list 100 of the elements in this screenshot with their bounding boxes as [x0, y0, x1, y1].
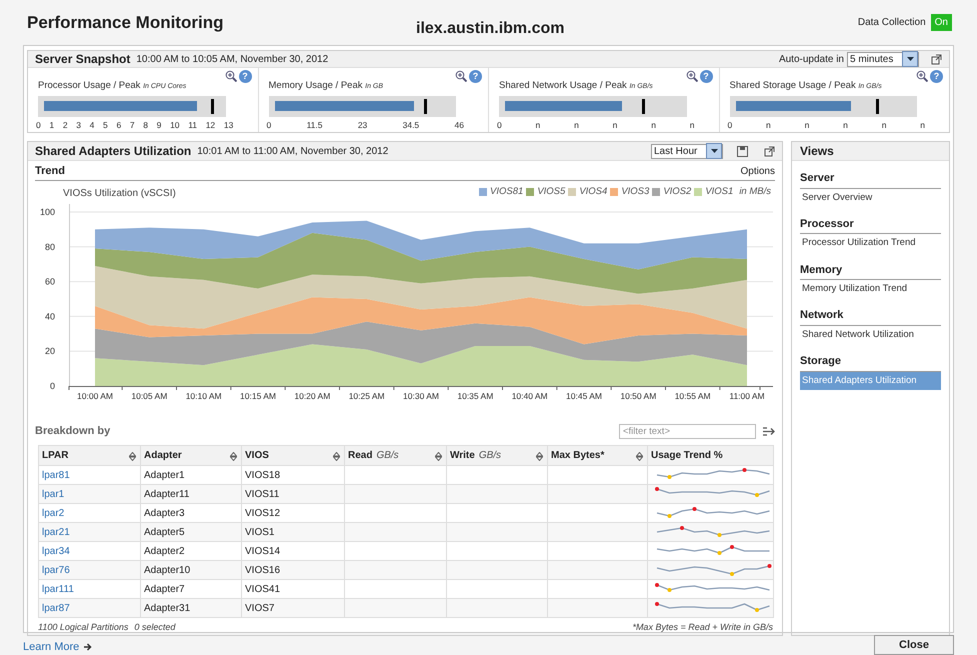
axis-label: 80: [44, 242, 55, 252]
dropdown-button[interactable]: [902, 51, 918, 67]
tick-label: n: [690, 119, 694, 132]
axis-label: 10:00 AM: [77, 391, 113, 401]
sort-icon[interactable]: [230, 452, 237, 461]
unit-label: GB/s: [376, 450, 399, 461]
tick-label: 9: [156, 119, 162, 132]
tick-label: 3: [76, 119, 81, 132]
view-link[interactable]: Shared Network Utilization: [800, 326, 941, 344]
axis-label: 10:05 AM: [131, 391, 168, 401]
column-header[interactable]: Write GB/s: [446, 446, 548, 466]
sort-icon[interactable]: [636, 452, 643, 461]
unit-label: in MB/s: [739, 185, 771, 199]
tick-label: 12: [206, 119, 216, 132]
close-button[interactable]: Close: [874, 635, 954, 655]
axis-label: 10:50 AM: [620, 391, 656, 401]
view-link[interactable]: Processor Utilization Trend: [800, 234, 941, 252]
options-link[interactable]: Options: [740, 164, 775, 179]
lpar-link[interactable]: lpar76: [42, 564, 70, 576]
axis-label: 11:00 AM: [729, 391, 765, 401]
tick-label: 0: [497, 119, 502, 132]
lpar-link[interactable]: lpar1: [42, 488, 64, 500]
tick-label: 13: [224, 119, 234, 132]
zoom-icon[interactable]: [916, 70, 928, 82]
panel-title: Shared Adapters Utilization: [35, 143, 192, 160]
table-cell: VIOS18: [245, 470, 280, 480]
axis-label: 10:45 AM: [566, 391, 602, 401]
table-cell: Adapter3: [144, 508, 185, 518]
column-header[interactable]: Max Bytes*: [548, 446, 648, 466]
table-cell: VIOS16: [245, 564, 280, 576]
tick-label: 1: [49, 119, 54, 132]
caret-icon: [710, 149, 718, 153]
column-header[interactable]: LPAR: [38, 446, 140, 466]
axis-label: 40: [44, 311, 55, 322]
table-cell: VIOS12: [245, 508, 280, 518]
period-dropdown[interactable]: Last Hour: [651, 144, 723, 158]
tick-label: 11: [188, 119, 198, 132]
view-link[interactable]: Memory Utilization Trend: [800, 280, 941, 298]
legend-label: VIOS3: [621, 185, 650, 199]
axis-label: 10:15 AM: [240, 391, 276, 401]
sort-icon[interactable]: [333, 452, 340, 461]
tick-label: n: [766, 119, 771, 132]
footnote: *Max Bytes = Read + Write in GB/s: [632, 621, 773, 634]
filter-arrow-icon[interactable]: [762, 426, 775, 436]
sort-icon[interactable]: [129, 452, 136, 461]
zoom-icon[interactable]: [224, 70, 236, 82]
tick-label: 0: [36, 119, 41, 132]
tick-label: n: [843, 119, 848, 132]
zoom-icon[interactable]: [686, 70, 698, 82]
lpar-link[interactable]: lpar34: [42, 546, 70, 556]
axis-label: 10:35 AM: [457, 391, 494, 401]
tick-label: n: [920, 119, 925, 132]
axis-label: 100: [40, 207, 55, 217]
sort-icon[interactable]: [435, 452, 442, 461]
filter-field[interactable]: <filter text>: [619, 424, 756, 438]
tick-label: 4: [90, 119, 94, 132]
column-header[interactable]: Usage Trend %: [648, 446, 774, 466]
lpar-link[interactable]: lpar21: [42, 526, 70, 538]
zoom-icon[interactable]: [455, 70, 467, 82]
table-cell: Adapter31: [144, 602, 190, 614]
table-cell: VIOS1: [245, 526, 274, 538]
column-header[interactable]: VIOS: [242, 446, 344, 466]
interval-dropdown[interactable]: 5 minutes: [847, 52, 919, 66]
lpar-link[interactable]: lpar2: [42, 508, 64, 518]
tick-label: 0: [728, 119, 732, 132]
tick-label: 0: [266, 119, 272, 132]
legend-label: VIOS4: [579, 185, 608, 199]
panel-title: Views: [792, 142, 949, 161]
popout-icon[interactable]: [764, 146, 775, 156]
dropdown-button[interactable]: [706, 143, 722, 159]
tick-label: n: [536, 119, 540, 132]
axis-label: 10:40 AM: [512, 391, 548, 401]
lpar-link[interactable]: lpar87: [42, 602, 70, 614]
column-header[interactable]: Read GB/s: [344, 446, 446, 466]
lpar-link[interactable]: lpar81: [42, 470, 70, 480]
tick-label: n: [882, 119, 886, 132]
axis-label: 10:10 AM: [186, 391, 222, 401]
section-title: Trend: [35, 164, 65, 180]
popout-icon[interactable]: [931, 54, 942, 64]
sort-icon[interactable]: [536, 452, 543, 461]
tick-label: 8: [143, 119, 148, 132]
axis-label: 0: [50, 381, 55, 391]
tick-label: 11.5: [306, 119, 322, 132]
time-range: 10:00 AM to 10:05 AM, November 30, 2012: [136, 52, 328, 66]
tick-label: n: [651, 119, 656, 132]
tick-label: 23: [358, 119, 368, 132]
save-icon[interactable]: [737, 146, 748, 156]
status-badge: On: [930, 14, 952, 31]
group-heading: Processor: [800, 216, 941, 234]
legend-label: VIOS1: [705, 185, 734, 199]
lpar-link[interactable]: lpar111: [42, 584, 74, 594]
table-cell: VIOS7: [245, 602, 274, 614]
learn-more-link[interactable]: Learn More: [23, 638, 92, 655]
column-header[interactable]: Adapter: [140, 446, 242, 466]
axis-label: 10:25 AM: [348, 391, 385, 401]
tick-label: 6: [116, 119, 122, 132]
table-cell: Adapter1: [144, 470, 185, 480]
view-link[interactable]: Server Overview: [800, 188, 941, 207]
host-name: ilex.austin.ibm.com: [416, 19, 564, 39]
section-title: Breakdown by: [35, 424, 110, 439]
